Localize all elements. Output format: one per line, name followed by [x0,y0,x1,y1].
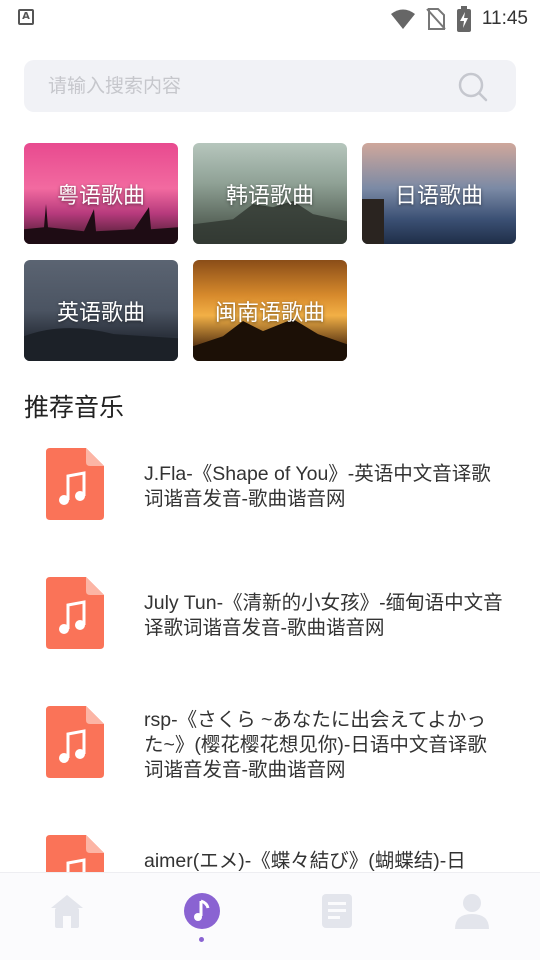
battery-charging-icon [456,6,471,32]
category-label: 日语歌曲 [394,183,483,209]
nav-documents[interactable] [317,891,357,931]
nav-home[interactable] [47,891,87,931]
category-tile-minnan[interactable]: 闽南语歌曲 [193,260,347,361]
document-icon [322,894,352,928]
song-title: J.Fla-《Shape of You》-英语中文音译歌词谐音发音-歌曲谐音网 [144,463,491,510]
wifi-icon [390,9,415,29]
music-file-icon [46,706,104,778]
active-indicator [199,937,204,942]
search-bar[interactable] [24,60,516,112]
category-tile-cantonese[interactable]: 粤语歌曲 [24,143,178,244]
song-title: aimer(エメ)-《蝶々結び》(蝴蝶结)-日 [144,850,466,872]
category-label: 韩语歌曲 [225,183,314,209]
music-note-icon [184,893,220,929]
category-label: 粤语歌曲 [56,183,145,209]
song-title: July Tun-《清新的小女孩》-缅甸语中文音译歌词谐音发音-歌曲谐音网 [144,592,503,639]
category-label: 闽南语歌曲 [214,300,325,326]
user-icon [455,894,489,929]
category-tile-japanese[interactable]: 日语歌曲 [362,143,516,244]
nav-profile[interactable] [452,891,492,931]
category-tile-korean[interactable]: 韩语歌曲 [193,143,347,244]
song-item[interactable]: rsp-《さくら ~あなたに出会えてよかった~》(樱花樱花想见你)-日语中文音译… [0,706,540,826]
category-tile-english[interactable]: 英语歌曲 [24,260,178,361]
song-title: rsp-《さくら ~あなたに出会えてよかった~》(樱花樱花想见你)-日语中文音译… [144,709,487,781]
song-item[interactable]: aimer(エメ)-《蝶々結び》(蝴蝶结)-日 [0,835,540,872]
music-file-icon [46,577,104,649]
music-file-icon [46,448,104,520]
category-label: 英语歌曲 [56,300,145,326]
bottom-navigation [0,872,540,960]
nav-music[interactable] [182,891,222,931]
home-icon [51,895,83,928]
music-file-icon [46,835,104,872]
section-title: 推荐音乐 [24,393,125,422]
song-item[interactable]: J.Fla-《Shape of You》-英语中文音译歌词谐音发音-歌曲谐音网 [0,448,540,568]
status-icons: 11:45 [390,6,528,32]
status-bar: A 11:45 [0,0,540,36]
song-item[interactable]: July Tun-《清新的小女孩》-缅甸语中文音译歌词谐音发音-歌曲谐音网 [0,577,540,697]
search-input[interactable] [48,60,448,112]
app-notification-icon: A [18,9,34,25]
no-sim-icon [426,8,446,30]
clock: 11:45 [481,8,528,29]
search-icon[interactable] [458,72,488,102]
